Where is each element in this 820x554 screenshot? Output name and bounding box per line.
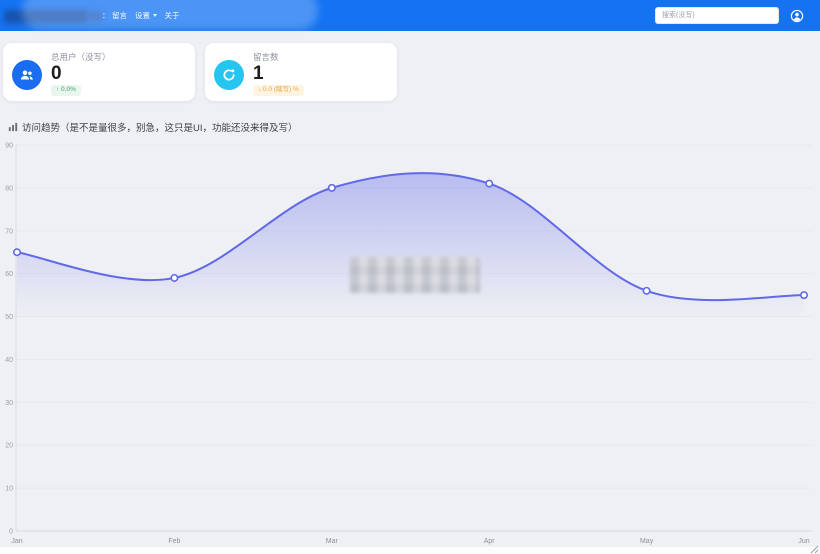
stat-card-users-trend-badge: ↑ 0.0% <box>51 85 81 96</box>
chart-point <box>801 292 807 298</box>
stat-card-comments-body: 留言数 1 ↓ 0.0 (瞎写) % <box>253 48 304 96</box>
chart-title-row: 访问趋势（是不是量很多，别急，这只是UI，功能还没来得及写） <box>8 120 298 134</box>
trend-chart-svg: 0 10 20 30 40 50 60 70 80 90 Jan Feb Mar Apr May Jun <box>0 140 820 554</box>
message-cycle-icon <box>214 60 244 90</box>
chart-point <box>171 275 177 281</box>
chart-title: 访问趋势（是不是量很多，别急，这只是UI，功能还没来得及写） <box>22 120 298 134</box>
x-tick-label: Jan <box>11 538 22 545</box>
stat-cards-row: 总用户（没写） 0 ↑ 0.0% 留言数 1 ↓ 0.0 (瞎写) % <box>3 43 397 101</box>
stat-card-comments-value: 1 <box>253 63 304 84</box>
user-avatar-icon[interactable] <box>790 9 804 23</box>
trend-area <box>17 173 804 531</box>
nav-item-messages[interactable]: 留言 <box>112 10 127 21</box>
stat-card-users-value: 0 <box>51 63 111 84</box>
team-icon <box>12 60 42 90</box>
y-tick-label: 80 <box>5 185 13 192</box>
x-tick-label: Mar <box>326 538 339 545</box>
x-tick-label: Jun <box>798 538 809 545</box>
x-tick-label: Feb <box>168 538 180 545</box>
x-tick-label: May <box>640 538 654 545</box>
nav-menu: 留言 设置 关于 <box>112 0 180 31</box>
y-tick-label: 70 <box>5 228 13 235</box>
chart-point <box>643 288 649 294</box>
stat-card-users-title: 总用户（没写） <box>51 51 111 63</box>
bottom-strip <box>0 547 820 554</box>
search-input[interactable] <box>655 7 779 24</box>
y-tick-label: 60 <box>5 271 13 278</box>
caret-down-icon <box>153 14 157 17</box>
y-tick-label: 40 <box>5 357 13 364</box>
chart-point <box>14 249 20 255</box>
brand-colon: ： <box>102 0 110 31</box>
nav-item-about[interactable]: 关于 <box>165 10 180 21</box>
dashboard-page: ： 留言 设置 关于 <box>0 0 820 554</box>
stat-card-users: 总用户（没写） 0 ↑ 0.0% <box>3 43 195 101</box>
stat-card-users-body: 总用户（没写） 0 ↑ 0.0% <box>51 48 111 96</box>
x-tick-label: Apr <box>484 538 496 545</box>
stat-card-comments-trend-badge: ↓ 0.0 (瞎写) % <box>253 85 304 96</box>
chart-point <box>486 180 492 186</box>
stat-card-comments: 留言数 1 ↓ 0.0 (瞎写) % <box>205 43 397 101</box>
y-tick-label: 50 <box>5 314 13 321</box>
nav-item-settings[interactable]: 设置 <box>135 10 157 21</box>
resize-grip-icon[interactable] <box>810 545 819 554</box>
blurred-watermark <box>350 257 480 293</box>
nav-item-settings-label: 设置 <box>135 10 150 21</box>
y-tick-label: 30 <box>5 400 13 407</box>
y-tick-label: 90 <box>5 143 13 150</box>
y-tick-label: 20 <box>5 443 13 450</box>
y-tick-label: 0 <box>9 529 13 536</box>
bar-chart-icon <box>8 122 18 132</box>
top-navbar: ： 留言 设置 关于 <box>0 0 820 31</box>
stat-card-comments-title: 留言数 <box>253 51 304 63</box>
chart-point <box>329 185 335 191</box>
y-tick-label: 10 <box>5 486 13 493</box>
